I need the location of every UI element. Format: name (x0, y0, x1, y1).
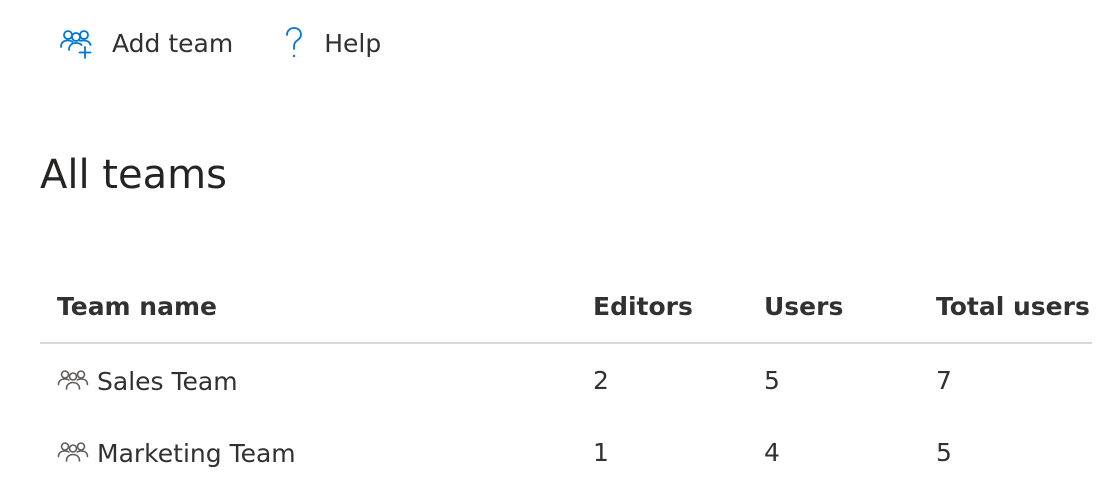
column-header-total-users[interactable]: Total users (936, 292, 1090, 321)
table-row[interactable]: Marketing Team 1 4 5 (40, 416, 1092, 488)
team-icon (57, 366, 91, 396)
column-header-team-name[interactable]: Team name (57, 292, 217, 321)
editors-count: 2 (593, 366, 609, 395)
add-team-button[interactable]: Add team (56, 20, 233, 66)
users-count: 4 (764, 438, 780, 467)
team-name[interactable]: Sales Team (97, 367, 238, 396)
table-row[interactable]: Sales Team 2 5 7 (40, 344, 1092, 416)
total-users-count: 5 (936, 438, 952, 467)
editors-count: 1 (593, 438, 609, 467)
team-name-cell[interactable]: Marketing Team (57, 438, 296, 468)
teams-table: Team name Editors Users Total users Sale… (40, 276, 1092, 488)
help-icon (279, 23, 309, 63)
add-team-icon (56, 23, 96, 63)
help-label: Help (324, 28, 382, 58)
page-title: All teams (40, 152, 227, 198)
users-count: 5 (764, 366, 780, 395)
command-bar: Add team Help (56, 20, 381, 66)
column-header-users[interactable]: Users (764, 292, 843, 321)
team-name[interactable]: Marketing Team (97, 439, 296, 468)
help-button[interactable]: Help (279, 20, 381, 66)
team-icon (57, 438, 91, 468)
table-header: Team name Editors Users Total users (40, 276, 1092, 344)
total-users-count: 7 (936, 366, 952, 395)
add-team-label: Add team (112, 28, 234, 58)
team-name-cell[interactable]: Sales Team (57, 366, 238, 396)
teams-page: Add team Help All teams Team name Editor… (0, 0, 1100, 500)
column-header-editors[interactable]: Editors (593, 292, 693, 321)
